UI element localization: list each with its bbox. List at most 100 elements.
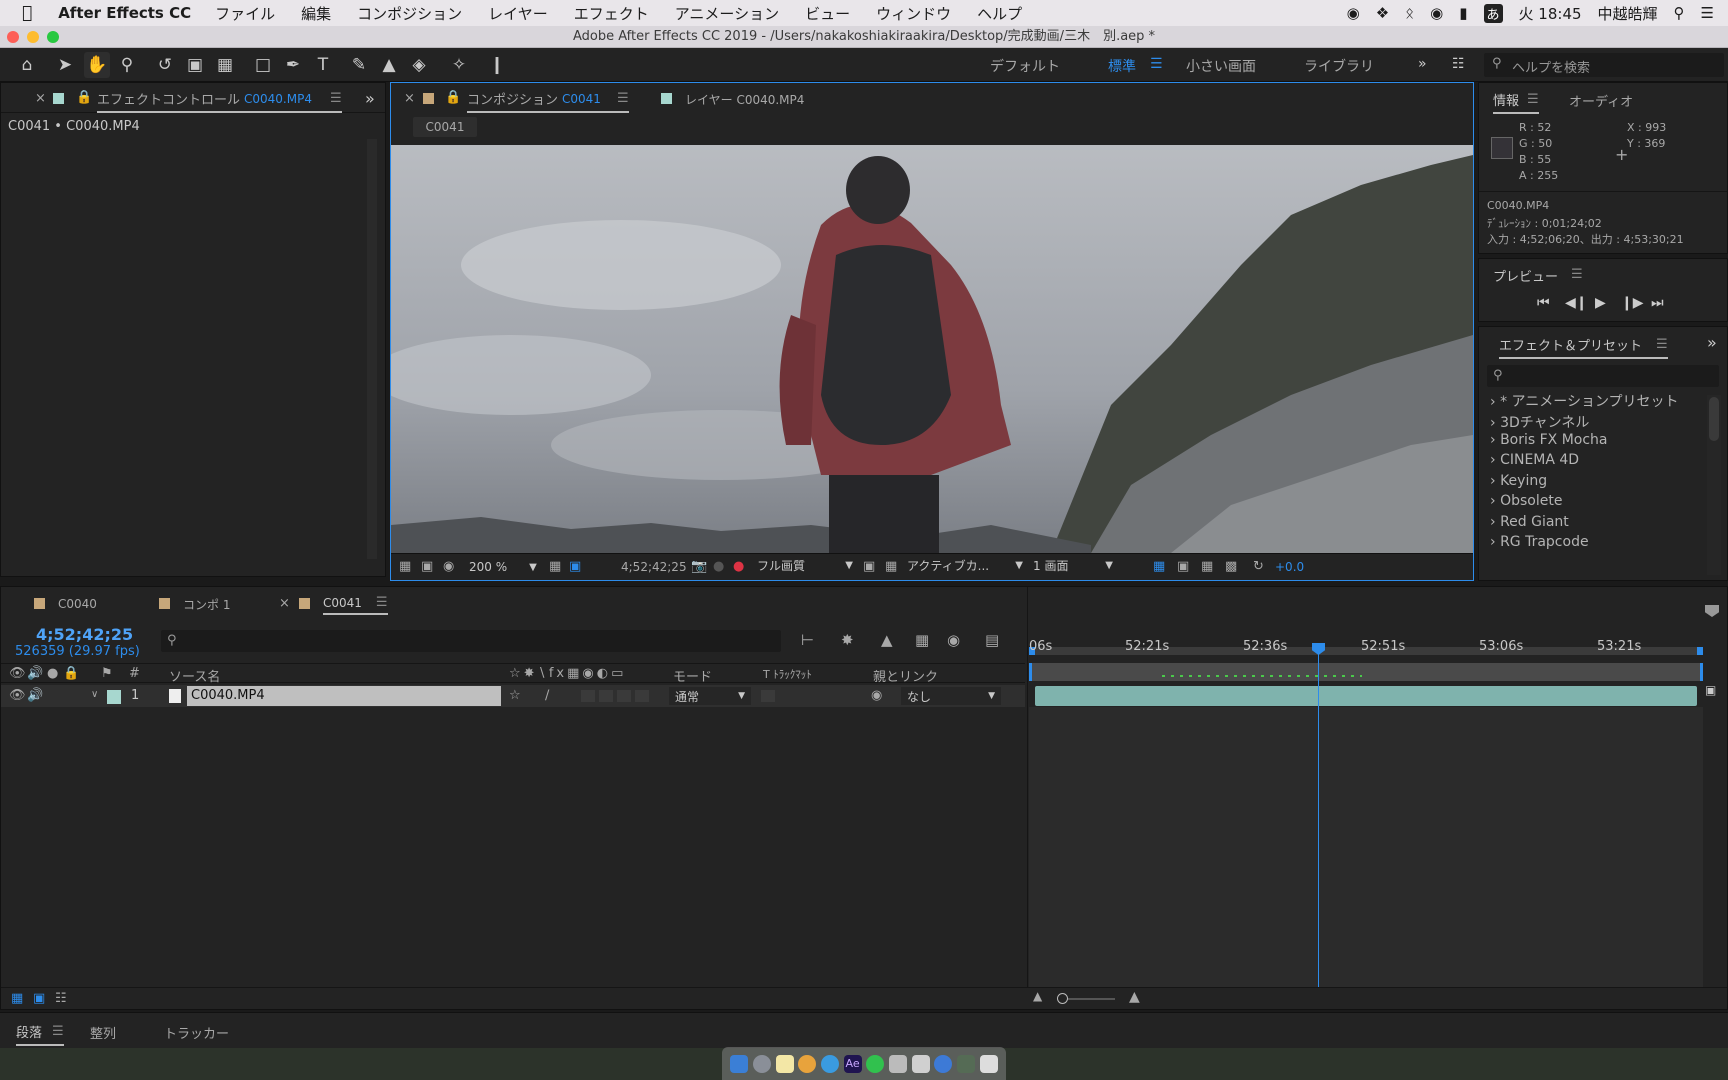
pickwhip-icon[interactable]: ◉ [871,688,882,703]
launchpad-icon[interactable] [752,1054,771,1073]
effects-list-item[interactable]: › Obsolete [1490,493,1562,509]
lock-icon[interactable]: 🔒 [63,666,79,681]
views-dropdown[interactable]: 1 画面 ▼ [1033,557,1113,574]
clock[interactable]: 火 18:45 [1519,3,1582,24]
parent-link-header[interactable]: 親とリンク [873,666,938,685]
user-name[interactable]: 中越皓輝 [1598,3,1658,24]
effects-list-item[interactable]: › Keying [1490,473,1547,489]
layer-name-field[interactable]: C0040.MP4 [187,686,501,706]
preview-app-icon[interactable] [888,1054,907,1073]
flowchart-icon[interactable]: ▩ [1225,559,1237,574]
effect-controls-scrollbar[interactable] [367,139,377,559]
source-name-header[interactable]: ソース名 [169,666,220,685]
timeline-tab[interactable]: コンポ 1 [183,596,230,613]
quality-switch-icon[interactable]: ∕ [545,688,549,703]
wifi-icon[interactable]: ◉ [1430,4,1443,22]
tab-composition[interactable]: コンポジション C0041 ☰ [467,89,629,113]
effects-list-item[interactable]: › Boris FX Mocha [1490,432,1608,448]
workspace-overflow-icon[interactable]: » [1418,56,1427,72]
work-area-end-handle[interactable] [1697,647,1703,655]
channels-icon[interactable]: ● [733,559,744,574]
menu-window[interactable]: ウィンドウ [876,3,951,24]
track-matte-box[interactable] [761,690,775,702]
rotate-tool-icon[interactable]: ↺ [152,52,178,78]
grid-guides-icon[interactable]: ▦ [549,559,561,574]
playhead-line[interactable] [1318,643,1319,988]
graph-editor-icon[interactable]: ▤ [985,631,999,649]
effects-scrollbar[interactable] [1707,395,1721,575]
shy-switch-icon[interactable]: ☆ [509,688,521,703]
zoom-out-icon[interactable]: ▲ [1033,989,1042,1003]
label-color-teal[interactable] [107,690,121,704]
tab-layer[interactable]: レイヤー C0040.MP4 [685,91,804,108]
workspace-menu-icon[interactable]: ☰ [1150,56,1163,72]
menu-layer[interactable]: レイヤー [488,3,548,24]
draft-3d-icon[interactable]: ✸ [841,631,854,649]
hand-tool-icon[interactable]: ✋ [84,52,110,78]
label-tag-icon[interactable]: ⚑ [101,666,113,681]
effects-list-item[interactable]: › 3Dチャンネル [1490,412,1589,432]
home-icon[interactable]: ⌂ [14,52,40,78]
mask-visibility-icon[interactable]: ◉ [443,559,454,574]
menu-help[interactable]: ヘルプ [977,3,1022,24]
zoom-dropdown[interactable]: 200 % ▼ [469,557,541,577]
viewer-timecode[interactable]: 4;52;42;25 [621,560,687,574]
line-icon[interactable] [866,1054,885,1073]
puppet-pin-tool-icon[interactable]: ❙ [484,52,510,78]
browser-icon[interactable] [934,1054,953,1073]
menu-view[interactable]: ビュー [805,3,850,24]
tab-info[interactable]: 情報 ☰ [1493,90,1539,114]
app-menu[interactable]: After Effects CC [58,4,191,22]
minimize-window-button[interactable] [27,31,39,43]
spotlight-icon[interactable]: ⚲ [1674,4,1685,22]
timeline-tab[interactable]: C0040 [58,597,97,611]
menu-composition[interactable]: コンポジション [357,3,462,24]
help-search-input[interactable]: ⚲ ヘルプを検索 [1484,53,1724,77]
battery-icon[interactable]: ▮ [1459,4,1467,22]
pan-behind-tool-icon[interactable]: ▦ [212,52,238,78]
exposure-value[interactable]: +0.0 [1275,560,1304,574]
effects-list-item[interactable]: › CINEMA 4D [1490,452,1579,468]
first-frame-icon[interactable]: ⏮ [1537,295,1550,311]
snapshot-icon[interactable]: 📷 [691,559,707,574]
mode-header[interactable]: モード [673,666,712,685]
solo-icon[interactable]: ● [47,666,58,681]
eye-icon[interactable]: 👁 [9,666,26,681]
audio-icon[interactable]: 🔊 [27,666,43,681]
panel-menu-icon[interactable]: ☰ [376,595,388,610]
tab-audio[interactable]: オーディオ [1569,91,1633,110]
monitor-icon[interactable]: ▣ [421,559,433,574]
close-tab-icon[interactable]: × [35,91,46,106]
camera-tool-icon[interactable]: ▣ [182,52,208,78]
frame-blending-icon[interactable]: ▦ [915,631,929,649]
brush-tool-icon[interactable]: ✎ [346,52,372,78]
notes-icon[interactable] [775,1054,794,1073]
effects-list-item[interactable]: › * アニメーションプリセット [1490,391,1679,411]
last-frame-icon[interactable]: ⏭ [1651,295,1664,311]
panel-menu-icon[interactable]: ☰ [617,91,629,106]
menu-effect[interactable]: エフェクト [574,3,649,24]
close-tab-icon[interactable]: × [404,91,415,106]
zoom-slider[interactable] [1061,998,1115,1000]
blend-mode-dropdown[interactable]: 通常 ▼ [669,687,751,705]
input-method-indicator[interactable]: あ [1483,3,1503,23]
next-frame-icon[interactable]: ❙▶ [1621,295,1644,311]
modes-toggle-icon[interactable]: ▣ [33,991,45,1006]
previous-frame-icon[interactable]: ◀❙ [1565,295,1588,311]
zoom-slider-thumb[interactable] [1057,993,1068,1004]
parent-dropdown[interactable]: なし ▼ [901,687,1001,705]
apple-icon[interactable]:  [22,3,32,23]
panel-overflow-icon[interactable]: » [1707,333,1717,352]
close-tab-icon[interactable]: × [279,596,290,611]
zoom-in-icon[interactable]: ▲ [1129,989,1140,1005]
panel-menu-icon[interactable]: ☰ [1656,337,1668,352]
show-snapshot-icon[interactable]: ● [713,559,724,574]
pen-tool-icon[interactable]: ✒ [280,52,306,78]
comp-flowchart-icon[interactable]: ⊢ [801,631,814,649]
timeline-timecode[interactable]: 4;52;42;25 [36,625,133,644]
photos-icon[interactable] [956,1054,975,1073]
creative-cloud-icon[interactable]: ◉ [1347,4,1360,22]
effects-list-item[interactable]: › RG Trapcode [1490,534,1589,550]
menu-edit[interactable]: 編集 [301,3,331,24]
panel-menu-icon[interactable]: ☰ [1527,92,1539,107]
